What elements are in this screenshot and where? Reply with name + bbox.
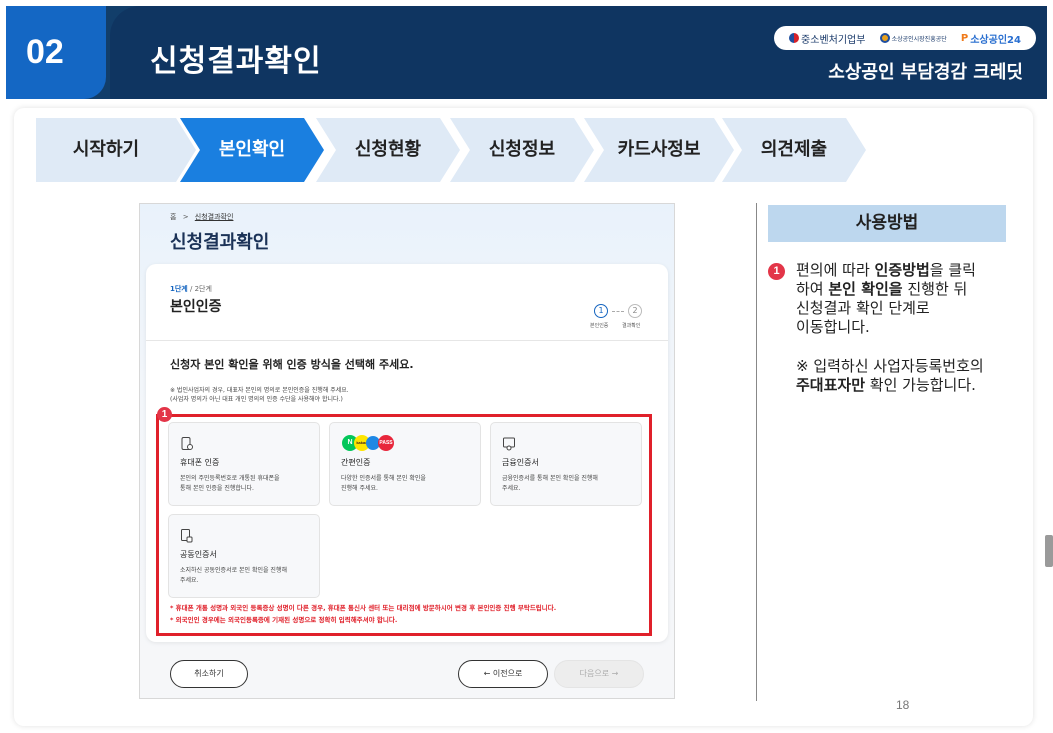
step-info: 신청정보 bbox=[450, 118, 594, 182]
breadcrumb-current: 신청결과확인 bbox=[194, 213, 234, 221]
mss-logo-text: 중소벤처기업부 bbox=[801, 34, 866, 46]
breadcrumb: 홈 > 신청결과확인 bbox=[170, 212, 233, 222]
phone-icon bbox=[181, 437, 193, 450]
step-label: 신청정보 bbox=[488, 139, 556, 160]
screen-capture: 홈 > 신청결과확인 신청결과확인 1단계 / 2단계 본인인증 1 2 본인인… bbox=[139, 203, 675, 699]
auth-option-joint-cert[interactable]: 공동인증서 소지하신 공동인증서로 본인 확인을 진행해 주세요. bbox=[168, 514, 320, 598]
scrollbar-thumb[interactable] bbox=[1045, 535, 1053, 567]
divider bbox=[146, 340, 668, 341]
step-status: 신청현황 bbox=[316, 118, 460, 182]
step-label: 의견제출 bbox=[760, 139, 828, 160]
document-lock-icon bbox=[181, 529, 193, 543]
step-card-company: 카드사정보 bbox=[584, 118, 734, 182]
sbiz24-logo: P 소상공인24 bbox=[961, 31, 1021, 46]
instruction-line: 편의에 따라 인증방법을 클릭 bbox=[796, 261, 1028, 280]
pass-icon: PASS bbox=[378, 435, 394, 451]
previous-button[interactable]: ← 이전으로 bbox=[458, 660, 548, 688]
guide-marker-badge: 1 bbox=[768, 263, 785, 280]
page-header: 02 신청결과확인 중소벤처기업부 소상공인시장진흥공단 P 소상공인24 소상공… bbox=[6, 6, 1047, 99]
auth-option-phone[interactable]: 휴대폰 인증 본인의 주민등록번호로 개통된 휴대폰을 통해 본인 인증을 진행… bbox=[168, 422, 320, 506]
text-run: 하여 bbox=[796, 280, 829, 298]
option-title: 공동인증서 bbox=[180, 550, 217, 559]
step-identity: 본인확인 bbox=[180, 118, 324, 182]
partner-logos: 중소벤처기업부 소상공인시장진흥공단 P 소상공인24 bbox=[774, 26, 1036, 50]
sbiz24-icon: P bbox=[960, 32, 969, 44]
section-title: 신청결과확인 bbox=[150, 44, 322, 79]
text-emphasis: 주대표자만 bbox=[796, 376, 866, 394]
process-steps: 시작하기 본인확인 신청현황 신청정보 카드사정보 의견제출 bbox=[36, 118, 876, 182]
option-desc: 통해 본인 인증을 진행합니다. bbox=[180, 485, 254, 492]
text-emphasis: 인증방법 bbox=[874, 261, 930, 279]
breadcrumb-home[interactable]: 홈 bbox=[170, 213, 176, 221]
option-desc: 금융인증서를 통해 본인 확인을 진행해 bbox=[502, 475, 598, 482]
text-run: 편의에 따라 bbox=[796, 261, 875, 279]
instruction-line: 하여 본인 확인을 진행한 뒤 bbox=[796, 280, 1028, 299]
taegeuk-icon bbox=[789, 33, 800, 43]
corp-note: ※ 법인사업자의 경우, 대표자 본인의 명의로 본인인증을 진행해 주세요. bbox=[170, 387, 349, 394]
step-marker-badge: 1 bbox=[157, 407, 172, 422]
sbiz24-logo-text: 소상공인24 bbox=[970, 34, 1021, 46]
next-button[interactable]: 다음으로 → bbox=[554, 660, 644, 688]
option-desc: 본인의 주민등록번호로 개통된 휴대폰을 bbox=[180, 475, 280, 482]
note-line: ※ 입력하신 사업자등록번호의 bbox=[796, 357, 984, 375]
stepper-connector bbox=[612, 311, 624, 312]
section-number: 02 bbox=[6, 6, 106, 99]
corp-note-detail: (사업자 명의가 아닌 대표 개인 명의의 인증 수단을 사용해야 합니다.) bbox=[170, 396, 343, 403]
stepper-label-2: 결과확인 bbox=[622, 323, 641, 329]
stepper-label-1: 본인인증 bbox=[590, 323, 609, 329]
text-run: 확인 가능합니다. bbox=[865, 376, 976, 394]
option-desc: 주세요. bbox=[502, 485, 521, 492]
option-desc: 주세요. bbox=[180, 577, 199, 584]
foreigner-warning: * 외국인인 경우에는 외국인등록증에 기재된 성명으로 정확히 입력해주셔야 … bbox=[170, 616, 398, 624]
stepper-step-2: 2 bbox=[628, 304, 642, 318]
auth-option-financial-cert[interactable]: 금융인증서 금융인증서를 통해 본인 확인을 진행해 주세요. bbox=[490, 422, 642, 506]
semas-icon bbox=[879, 33, 890, 43]
simple-auth-provider-icons: N kakao PASS bbox=[342, 435, 412, 451]
screen-title: 신청결과확인 bbox=[170, 232, 270, 253]
progress-stepper: 1 2 본인인증 결과확인 bbox=[590, 304, 646, 334]
stepper-step-1: 1 bbox=[594, 304, 608, 318]
breadcrumb-separator: > bbox=[182, 213, 189, 221]
usage-instructions: 편의에 따라 인증방법을 클릭 하여 본인 확인을 진행한 뒤 신청결과 확인 … bbox=[796, 261, 1028, 337]
stage-indicator: 1단계 / 2단계 bbox=[170, 284, 212, 294]
option-desc: 소지하신 공동인증서로 본인 확인을 진행해 bbox=[180, 567, 287, 574]
option-desc: 다양한 인증서를 통해 본인 확인을 bbox=[341, 475, 426, 482]
auth-option-simple[interactable]: N kakao PASS 간편인증 다양한 인증서를 통해 본인 확인을 진행해… bbox=[329, 422, 481, 506]
column-divider bbox=[756, 203, 757, 701]
step-label: 카드사정보 bbox=[617, 139, 701, 160]
option-title: 간편인증 bbox=[341, 458, 371, 467]
program-name: 소상공인 부담경감 크레딧 bbox=[828, 62, 1023, 83]
step-start: 시작하기 bbox=[36, 118, 196, 182]
certificate-icon bbox=[503, 437, 515, 451]
semas-logo-text: 소상공인시장진흥공단 bbox=[891, 35, 947, 43]
cancel-button[interactable]: 취소하기 bbox=[170, 660, 248, 688]
text-run: 을 클릭 bbox=[929, 261, 976, 279]
section-heading: 본인인증 bbox=[170, 299, 222, 315]
mss-logo: 중소벤처기업부 bbox=[789, 31, 865, 46]
name-mismatch-warning: * 휴대폰 개통 성명과 외국인 등록증상 성명이 다른 경우, 휴대폰 통신사… bbox=[170, 604, 557, 612]
auth-question: 신청자 본인 확인을 위해 인증 방식을 선택해 주세요. bbox=[170, 358, 414, 371]
auth-card: 1단계 / 2단계 본인인증 1 2 본인인증 결과확인 신청자 본인 확인을 … bbox=[146, 264, 668, 642]
step-opinion: 의견제출 bbox=[722, 118, 866, 182]
representative-note: ※ 입력하신 사업자등록번호의 주대표자만 확인 가능합니다. bbox=[796, 357, 1028, 395]
page-number: 18 bbox=[896, 698, 910, 712]
option-title: 휴대폰 인증 bbox=[180, 458, 220, 467]
option-desc: 진행해 주세요. bbox=[341, 485, 378, 492]
text-run: 진행한 뒤 bbox=[902, 280, 968, 298]
semas-logo: 소상공인시장진흥공단 bbox=[879, 33, 947, 43]
stage-current: 1단계 bbox=[170, 285, 188, 293]
stage-total: / 2단계 bbox=[190, 285, 212, 293]
instruction-line: 이동합니다. bbox=[796, 318, 870, 336]
instruction-line: 신청결과 확인 단계로 bbox=[796, 299, 930, 317]
usage-heading: 사용방법 bbox=[768, 205, 1006, 242]
step-label: 본인확인 bbox=[218, 139, 286, 160]
step-label: 신청현황 bbox=[354, 139, 422, 160]
note-line: 주대표자만 확인 가능합니다. bbox=[796, 376, 1028, 395]
content-panel: 시작하기 본인확인 신청현황 신청정보 카드사정보 의견제출 홈 > 신청결과확… bbox=[14, 108, 1033, 726]
text-emphasis: 본인 확인을 bbox=[828, 280, 903, 298]
option-title: 금융인증서 bbox=[502, 458, 539, 467]
step-label: 시작하기 bbox=[72, 139, 140, 160]
